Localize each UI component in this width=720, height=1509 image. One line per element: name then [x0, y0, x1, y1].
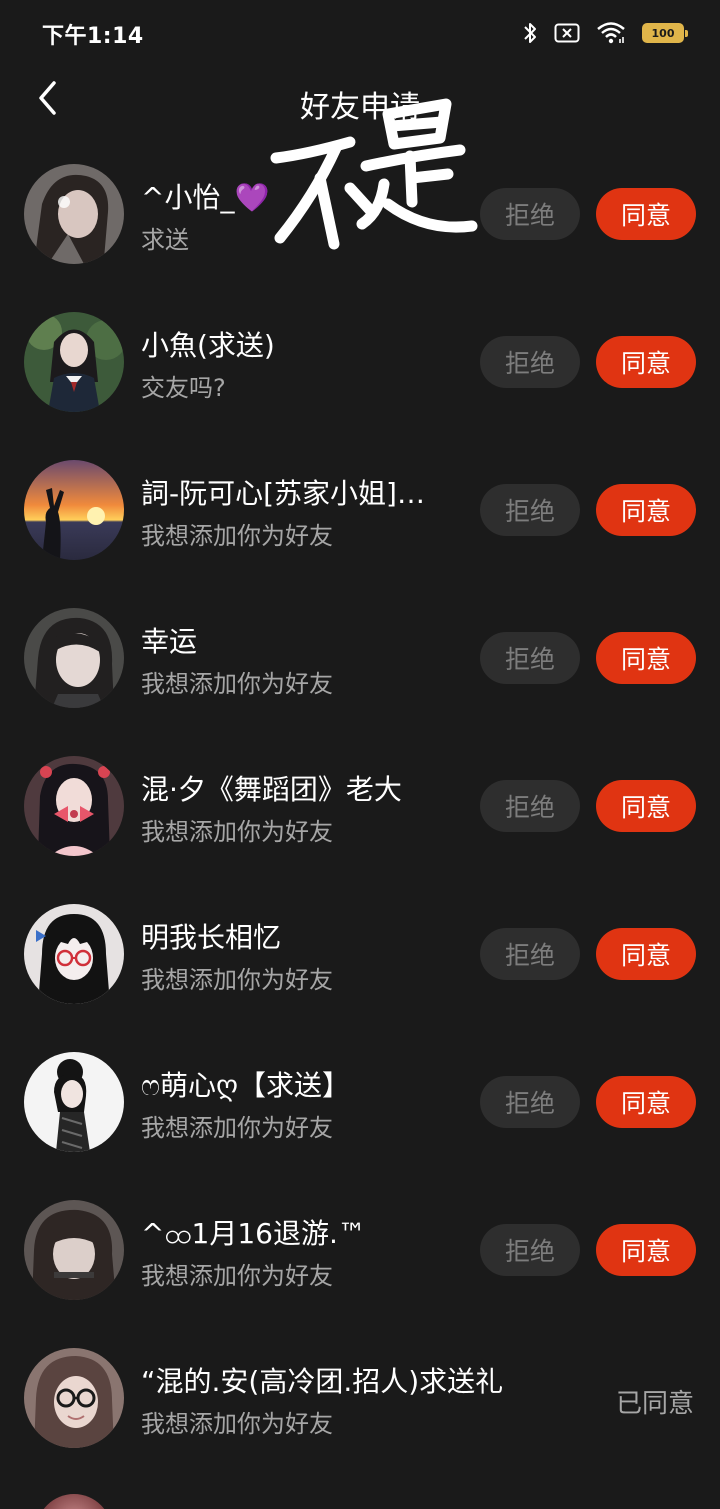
reject-button[interactable]: 拒绝 — [480, 1224, 580, 1276]
request-row[interactable]: “混的.安(高冷团.招人)求送礼 我想添加你为好友 已同意 — [0, 1326, 720, 1474]
request-row[interactable]: 混·夕《舞蹈团》老大 我想添加你为好友 拒绝 同意 — [0, 734, 720, 882]
reject-button[interactable]: 拒绝 — [480, 1076, 580, 1128]
bluetooth-icon — [522, 21, 538, 45]
request-message: 我想添加你为好友 — [141, 1410, 333, 1438]
avatar[interactable] — [24, 312, 124, 412]
avatar[interactable] — [24, 608, 124, 708]
request-row[interactable]: ^ထ1月16退游.™ 我想添加你为好友 拒绝 同意 — [0, 1178, 720, 1326]
agreed-status-label: 已同意 — [615, 1389, 694, 1419]
request-message: 求送 — [141, 226, 189, 254]
header: 好友申请 — [0, 64, 720, 140]
reject-button[interactable]: 拒绝 — [480, 484, 580, 536]
avatar[interactable] — [24, 1348, 124, 1448]
accept-button[interactable]: 同意 — [596, 632, 696, 684]
request-message: 交友吗? — [141, 374, 226, 402]
request-row[interactable]: 幸运 我想添加你为好友 拒绝 同意 — [0, 586, 720, 734]
status-icons: 100 — [522, 18, 688, 48]
request-message: 我想添加你为好友 — [141, 818, 333, 846]
requester-name: ෆ萌心ღ【求送】 — [141, 1069, 350, 1102]
avatar[interactable] — [24, 460, 124, 560]
request-message: 我想添加你为好友 — [141, 1262, 333, 1290]
accept-button[interactable]: 同意 — [596, 484, 696, 536]
request-message: 我想添加你为好友 — [141, 670, 333, 698]
request-message: 我想添加你为好友 — [141, 522, 333, 550]
request-message: 我想添加你为好友 — [141, 1114, 333, 1142]
reject-button[interactable]: 拒绝 — [480, 928, 580, 980]
reject-button[interactable]: 拒绝 — [480, 780, 580, 832]
request-message: 我想添加你为好友 — [141, 966, 333, 994]
accept-button[interactable]: 同意 — [596, 1076, 696, 1128]
accept-button[interactable]: 同意 — [596, 928, 696, 980]
status-time: 下午1:14 — [42, 24, 144, 49]
requester-name: 詞-阮可心[苏家小姐]… — [141, 477, 425, 510]
requester-name: ^小怡_💜 — [141, 181, 270, 214]
request-row[interactable]: 詞-阮可心[苏家小姐]… 我想添加你为好友 拒绝 同意 — [0, 438, 720, 586]
requester-name: ^ထ1月16退游.™ — [141, 1217, 366, 1250]
request-row[interactable]: ^小怡_💜 求送 拒绝 同意 — [0, 142, 720, 290]
avatar[interactable] — [24, 904, 124, 1004]
request-row[interactable]: ෆ萌心ღ【求送】 我想添加你为好友 拒绝 同意 — [0, 1030, 720, 1178]
accept-button[interactable]: 同意 — [596, 780, 696, 832]
requester-name: 明我长相忆 — [141, 921, 282, 954]
accept-button[interactable]: 同意 — [596, 1224, 696, 1276]
accept-button[interactable]: 同意 — [596, 336, 696, 388]
battery-icon: 100 — [642, 23, 688, 43]
requester-name: 混·夕《舞蹈团》老大 — [141, 773, 402, 806]
request-row-partial[interactable] — [0, 1480, 720, 1509]
no-sim-icon — [554, 23, 580, 43]
requester-name: 幸运 — [141, 625, 198, 658]
requester-name: “混的.安(高冷团.招人)求送礼 — [141, 1365, 504, 1398]
accept-button[interactable]: 同意 — [596, 188, 696, 240]
request-row[interactable]: 明我长相忆 我想添加你为好友 拒绝 同意 — [0, 882, 720, 1030]
reject-button[interactable]: 拒绝 — [480, 632, 580, 684]
avatar[interactable] — [24, 1052, 124, 1152]
battery-level: 100 — [651, 26, 675, 40]
reject-button[interactable]: 拒绝 — [480, 336, 580, 388]
status-bar: 下午1:14 100 — [0, 0, 720, 64]
reject-button[interactable]: 拒绝 — [480, 188, 580, 240]
avatar[interactable] — [24, 1200, 124, 1300]
requester-name: 小魚(求送) — [141, 329, 275, 362]
avatar[interactable] — [24, 164, 124, 264]
avatar[interactable] — [36, 1494, 112, 1509]
avatar[interactable] — [24, 756, 124, 856]
friend-request-list: ^小怡_💜 求送 拒绝 同意 小魚(求送) 交友吗? 拒绝 同意 詞-阮可心[苏… — [0, 142, 720, 1474]
request-row[interactable]: 小魚(求送) 交友吗? 拒绝 同意 — [0, 290, 720, 438]
page-title: 好友申请 — [300, 90, 420, 125]
wifi-icon — [596, 21, 626, 45]
